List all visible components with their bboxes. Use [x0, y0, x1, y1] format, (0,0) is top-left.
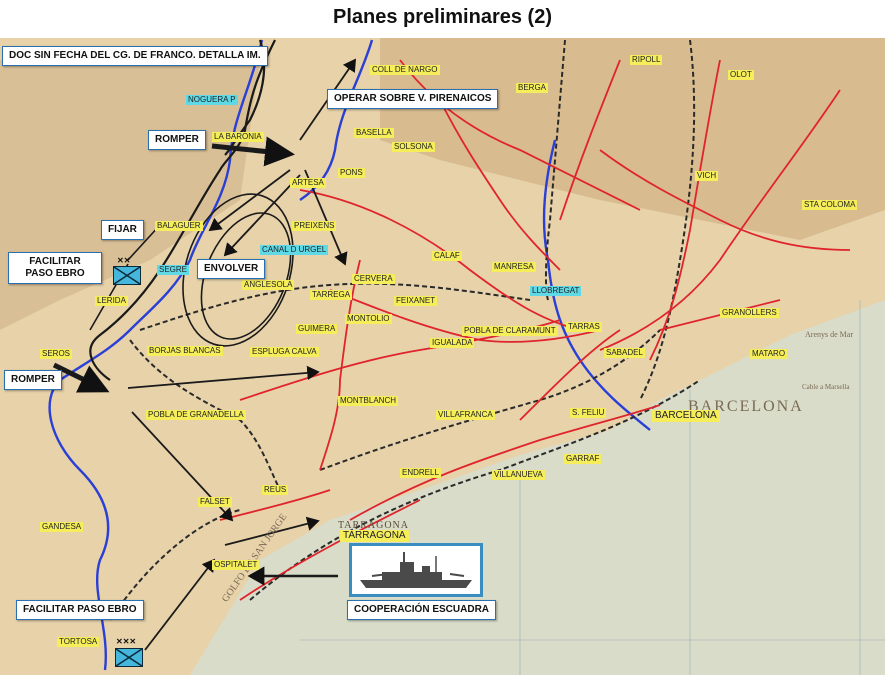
place-sta-coloma: STA COLOMA — [802, 200, 858, 210]
map-label-arenys: Arenys de Mar — [805, 330, 853, 339]
place-ripoll: RIPOLL — [630, 55, 663, 65]
place-balaguer: BALAGUER — [155, 221, 203, 231]
callout-document: DOC SIN FECHA DEL CG. DE FRANCO. DETALLA… — [2, 46, 268, 66]
place-montblanch: MONTBLANCH — [338, 396, 399, 406]
place-mataro: MATARO — [750, 349, 788, 359]
unit-size-marker-icon: ✕✕✕ — [116, 637, 137, 646]
callout-facilitar-bottom: FACILITAR PASO EBRO — [16, 600, 144, 620]
place-solsona: SOLSONA — [392, 142, 435, 152]
place-garraf: GARRAF — [564, 454, 602, 464]
place-borjas-blancas: BORJAS BLANCAS — [147, 346, 223, 356]
callout-facilitar-top: FACILITAR PASO EBRO — [8, 252, 102, 284]
place-villanueva: VILLANUEVA — [492, 470, 545, 480]
infantry-unit-icon[interactable] — [113, 266, 141, 285]
place-segre: SEGRE — [157, 265, 190, 275]
place-montolio: MONTOLIO — [345, 314, 392, 324]
callout-romper-top: ROMPER — [148, 130, 206, 150]
place-preixens: PREIXENS — [292, 221, 337, 231]
place-pobla-de-granadella: POBLA DE GRANADELLA — [146, 410, 246, 420]
place-olot: OLOT — [728, 70, 754, 80]
place-gandesa: GANDESA — [40, 522, 84, 532]
place-granollers: GRANOLLERS — [720, 308, 779, 318]
place-falset: FALSET — [198, 497, 232, 507]
place-vich: VICH — [695, 171, 719, 181]
place-pobla-de-claramunt: POBLA DE CLARAMUNT — [462, 326, 558, 336]
place-canal-d-urgel: CANAL D URGEL — [260, 245, 329, 255]
place-igualada: IGUALADA — [430, 338, 475, 348]
callout-envolver: ENVOLVER — [197, 259, 266, 279]
place-feixanet: FEIXANET — [394, 296, 438, 306]
place-la-baronia: LA BARONIA — [212, 132, 264, 142]
place-espluga-calva: ESPLUGA CALVA — [250, 347, 319, 357]
place-basella: BASELLA — [354, 128, 394, 138]
place-manresa: MANRESA — [492, 262, 536, 272]
place-berga: BERGA — [516, 83, 549, 93]
place-tarragona: TARRAGONA — [340, 530, 409, 542]
sea-label-cable: Cable a Marsella — [802, 383, 850, 391]
place-llobregat: LLOBREGAT — [530, 286, 582, 296]
place-pons: PONS — [338, 168, 365, 178]
place-tarrasa: TARRAS — [566, 322, 602, 332]
place-artesa: ARTESA — [290, 178, 326, 188]
place-calaf: CALAF — [432, 251, 462, 261]
infantry-unit-icon[interactable] — [115, 648, 143, 667]
place-noguera-p: NOGUERA P — [186, 95, 238, 105]
place-tarrega: TARREGA — [310, 290, 353, 300]
callout-operar: OPERAR SOBRE V. PIRENAICOS — [327, 89, 499, 109]
callout-romper-mid: ROMPER — [4, 370, 62, 390]
place-guimera: GUIMERA — [296, 324, 338, 334]
place-cervera: CERVERA — [352, 274, 395, 284]
place-sabadel: SABADEL — [604, 348, 645, 358]
place-lerida: LERIDA — [95, 296, 128, 306]
place-reus: REUS — [262, 485, 289, 495]
place-coll-de-nargo: COLL DE NARGO — [370, 65, 440, 75]
place-seros: SEROS — [40, 349, 73, 359]
map-area[interactable]: BARCELONA TARRAGONA GOLFO DE SAN JORGE C… — [0, 38, 885, 675]
battleship-icon[interactable] — [349, 543, 483, 597]
callout-fijar: FIJAR — [101, 220, 144, 240]
place-s-feliu: S. FELIU — [570, 408, 607, 418]
place-endrell: ENDRELL — [400, 468, 441, 478]
place-tortosa: TORTOSA — [57, 637, 100, 647]
unit-size-marker-icon: ✕✕ — [117, 256, 131, 265]
place-barcelona: BARCELONA — [652, 410, 720, 422]
place-ospitalet: OSPITALET — [212, 560, 260, 570]
place-anglesola: ANGLESOLA — [242, 280, 295, 290]
callout-cooperacion: COOPERACIÓN ESCUADRA — [347, 600, 497, 620]
place-villafranca: VILLAFRANCA — [436, 410, 495, 420]
page-title: Planes preliminares (2) — [333, 6, 552, 28]
